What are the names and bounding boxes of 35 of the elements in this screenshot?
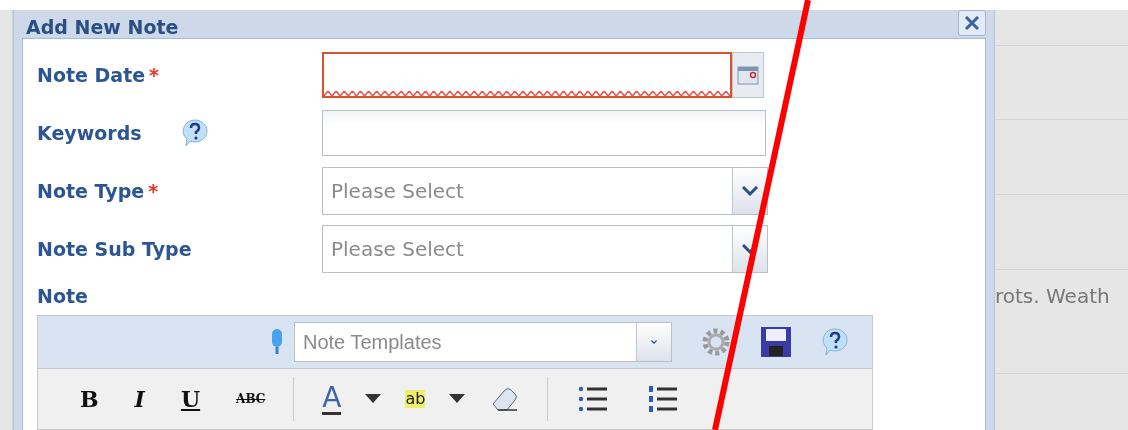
select-field[interactable]: Please Select xyxy=(322,167,768,215)
save-icon[interactable] xyxy=(760,326,792,358)
dialog-title: Add New Note xyxy=(26,16,179,38)
italic-button[interactable]: I xyxy=(134,386,145,412)
field-label: Keywords xyxy=(37,122,142,144)
caret-icon[interactable] xyxy=(449,394,466,404)
chevron-down-icon xyxy=(742,186,758,196)
field-label: Note Date xyxy=(37,64,146,86)
keywords-field[interactable] xyxy=(322,110,766,156)
close-button[interactable] xyxy=(958,10,986,36)
highlight-button[interactable]: ab xyxy=(405,390,426,408)
bold-button[interactable]: B xyxy=(80,386,99,412)
chevron-down-icon xyxy=(651,337,657,347)
close-icon xyxy=(964,15,980,31)
help-icon[interactable] xyxy=(179,118,210,148)
underline-button[interactable]: U xyxy=(180,386,201,412)
field-label: Note Sub Type xyxy=(37,238,192,260)
strikethrough-button[interactable]: ABC xyxy=(236,392,266,406)
bulleted-list-icon[interactable] xyxy=(578,385,609,413)
select-field[interactable]: Please Select xyxy=(322,225,768,273)
required-mark: * xyxy=(149,64,160,86)
calendar-button[interactable] xyxy=(732,52,764,98)
caret-icon[interactable] xyxy=(365,394,382,404)
font-color-button[interactable]: A xyxy=(322,383,342,415)
numbered-list-icon[interactable] xyxy=(648,385,679,413)
background-row-text: rots. Weath xyxy=(995,283,1111,308)
date-field[interactable] xyxy=(322,52,732,98)
note-label: Note xyxy=(37,285,89,307)
microphone-icon[interactable] xyxy=(270,328,284,356)
gear-icon[interactable] xyxy=(700,326,732,358)
calendar-icon xyxy=(737,65,759,85)
rich-text-editor[interactable]: Note Templates B I U ABC A ab xyxy=(37,315,873,430)
required-mark: * xyxy=(148,180,159,202)
help-icon[interactable] xyxy=(820,327,850,357)
field-label: Note Type xyxy=(37,180,145,202)
